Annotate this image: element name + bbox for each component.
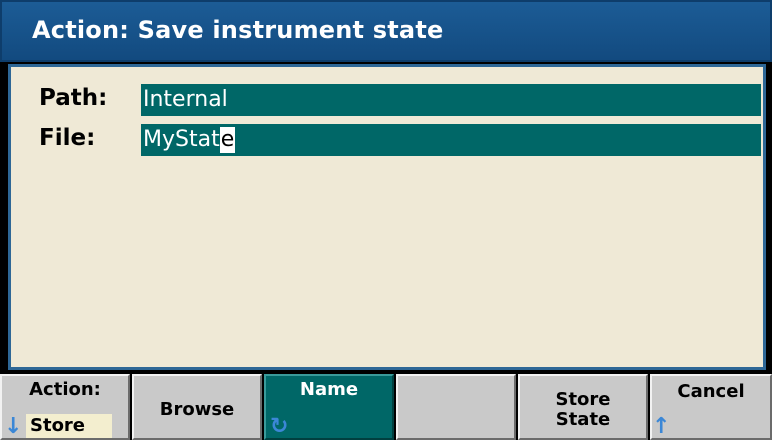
file-label: File: [39, 125, 96, 151]
text-cursor: e [219, 127, 236, 153]
browse-button[interactable]: Browse [132, 374, 262, 440]
browse-button-label: Browse [159, 399, 235, 420]
action-value: Store [26, 414, 112, 438]
store-state-line2: State [555, 409, 611, 430]
name-button-label: Name [299, 379, 359, 400]
store-state-button[interactable]: Store State [518, 374, 648, 440]
cancel-button[interactable]: Cancel ↑ [650, 374, 772, 440]
name-button[interactable]: Name ↻ [264, 374, 394, 440]
path-label: Path: [39, 85, 108, 111]
softkey-row: Action: ↓ Store Browse Name ↻ Store Stat… [0, 374, 772, 440]
empty-softkey[interactable] [396, 374, 516, 440]
title-bar: Action: Save instrument state [0, 0, 772, 62]
path-field[interactable]: Internal [141, 84, 761, 116]
action-softkey-label: Action: [29, 379, 101, 400]
down-arrow-icon: ↓ [4, 414, 23, 439]
content-panel: Path: Internal File: MyState [8, 64, 766, 370]
store-state-line1: Store [555, 389, 611, 410]
file-name-field[interactable]: MyState [141, 124, 761, 156]
up-arrow-icon: ↑ [652, 414, 671, 439]
file-value: MyStat [143, 127, 220, 152]
action-softkey[interactable]: Action: ↓ Store [0, 374, 130, 440]
cancel-button-label: Cancel [677, 381, 745, 402]
rotate-knob-icon: ↻ [270, 414, 289, 439]
path-value: Internal [143, 87, 228, 112]
instrument-screen: Action: Save instrument state Path: Inte… [0, 0, 772, 440]
page-title: Action: Save instrument state [32, 16, 444, 44]
